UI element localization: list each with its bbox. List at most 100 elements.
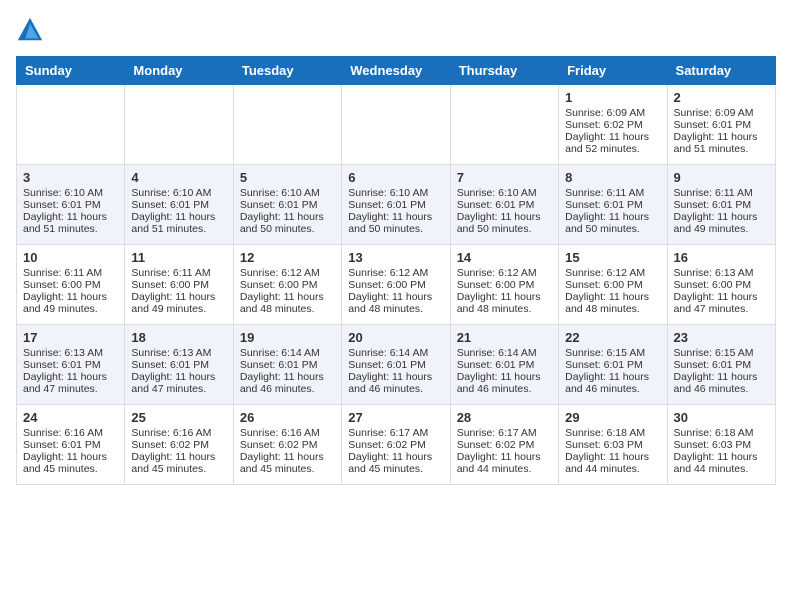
- calendar-cell: 9Sunrise: 6:11 AMSunset: 6:01 PMDaylight…: [667, 165, 775, 245]
- day-info-line: Sunrise: 6:11 AM: [131, 267, 226, 279]
- calendar-cell: 18Sunrise: 6:13 AMSunset: 6:01 PMDayligh…: [125, 325, 233, 405]
- calendar-cell: 30Sunrise: 6:18 AMSunset: 6:03 PMDayligh…: [667, 405, 775, 485]
- calendar-week-row: 17Sunrise: 6:13 AMSunset: 6:01 PMDayligh…: [17, 325, 776, 405]
- logo-icon: [16, 16, 44, 44]
- day-info-line: Daylight: 11 hours: [565, 211, 660, 223]
- day-number: 14: [457, 250, 552, 265]
- day-info-line: Daylight: 11 hours: [23, 211, 118, 223]
- day-info-line: Sunrise: 6:11 AM: [565, 187, 660, 199]
- day-info-line: Daylight: 11 hours: [131, 291, 226, 303]
- day-info-line: Sunrise: 6:10 AM: [348, 187, 443, 199]
- day-number: 3: [23, 170, 118, 185]
- day-info-line: and 51 minutes.: [131, 223, 226, 235]
- calendar-week-row: 1Sunrise: 6:09 AMSunset: 6:02 PMDaylight…: [17, 85, 776, 165]
- day-info-line: Daylight: 11 hours: [565, 131, 660, 143]
- day-info-line: Sunrise: 6:14 AM: [457, 347, 552, 359]
- calendar-cell: 14Sunrise: 6:12 AMSunset: 6:00 PMDayligh…: [450, 245, 558, 325]
- day-info-line: Daylight: 11 hours: [131, 451, 226, 463]
- day-number: 6: [348, 170, 443, 185]
- day-number: 16: [674, 250, 769, 265]
- day-info-line: Sunset: 6:01 PM: [457, 199, 552, 211]
- calendar-cell: 6Sunrise: 6:10 AMSunset: 6:01 PMDaylight…: [342, 165, 450, 245]
- day-info-line: Sunset: 6:01 PM: [348, 359, 443, 371]
- day-info-line: Daylight: 11 hours: [457, 451, 552, 463]
- day-info-line: and 49 minutes.: [131, 303, 226, 315]
- day-number: 11: [131, 250, 226, 265]
- calendar-cell: [233, 85, 341, 165]
- day-info-line: Sunset: 6:01 PM: [565, 359, 660, 371]
- day-info-line: Sunrise: 6:14 AM: [348, 347, 443, 359]
- logo: [16, 16, 48, 44]
- day-info-line: Daylight: 11 hours: [565, 451, 660, 463]
- calendar-cell: 29Sunrise: 6:18 AMSunset: 6:03 PMDayligh…: [559, 405, 667, 485]
- day-info-line: Sunrise: 6:09 AM: [565, 107, 660, 119]
- day-info-line: Sunset: 6:01 PM: [674, 199, 769, 211]
- calendar-cell: 5Sunrise: 6:10 AMSunset: 6:01 PMDaylight…: [233, 165, 341, 245]
- calendar-cell: 17Sunrise: 6:13 AMSunset: 6:01 PMDayligh…: [17, 325, 125, 405]
- calendar-cell: 28Sunrise: 6:17 AMSunset: 6:02 PMDayligh…: [450, 405, 558, 485]
- day-number: 10: [23, 250, 118, 265]
- day-info-line: and 51 minutes.: [23, 223, 118, 235]
- day-info-line: and 50 minutes.: [565, 223, 660, 235]
- calendar-cell: 16Sunrise: 6:13 AMSunset: 6:00 PMDayligh…: [667, 245, 775, 325]
- day-info-line: Sunset: 6:02 PM: [348, 439, 443, 451]
- day-info-line: Daylight: 11 hours: [674, 451, 769, 463]
- day-info-line: and 45 minutes.: [23, 463, 118, 475]
- day-header-friday: Friday: [559, 57, 667, 85]
- day-info-line: Daylight: 11 hours: [23, 291, 118, 303]
- calendar-cell: [125, 85, 233, 165]
- day-info-line: and 48 minutes.: [348, 303, 443, 315]
- calendar-table: SundayMondayTuesdayWednesdayThursdayFrid…: [16, 56, 776, 485]
- day-info-line: and 50 minutes.: [240, 223, 335, 235]
- calendar-cell: 19Sunrise: 6:14 AMSunset: 6:01 PMDayligh…: [233, 325, 341, 405]
- day-info-line: Sunset: 6:00 PM: [457, 279, 552, 291]
- calendar-cell: 3Sunrise: 6:10 AMSunset: 6:01 PMDaylight…: [17, 165, 125, 245]
- day-info-line: and 49 minutes.: [23, 303, 118, 315]
- day-info-line: Daylight: 11 hours: [348, 211, 443, 223]
- day-info-line: Sunset: 6:00 PM: [674, 279, 769, 291]
- day-info-line: Sunset: 6:02 PM: [457, 439, 552, 451]
- calendar-cell: 1Sunrise: 6:09 AMSunset: 6:02 PMDaylight…: [559, 85, 667, 165]
- day-number: 9: [674, 170, 769, 185]
- day-info-line: Daylight: 11 hours: [674, 291, 769, 303]
- calendar-cell: 13Sunrise: 6:12 AMSunset: 6:00 PMDayligh…: [342, 245, 450, 325]
- calendar-cell: 22Sunrise: 6:15 AMSunset: 6:01 PMDayligh…: [559, 325, 667, 405]
- day-number: 19: [240, 330, 335, 345]
- calendar-cell: 10Sunrise: 6:11 AMSunset: 6:00 PMDayligh…: [17, 245, 125, 325]
- day-number: 1: [565, 90, 660, 105]
- day-info-line: and 48 minutes.: [240, 303, 335, 315]
- day-info-line: Daylight: 11 hours: [23, 371, 118, 383]
- day-info-line: Sunset: 6:01 PM: [565, 199, 660, 211]
- day-info-line: Daylight: 11 hours: [23, 451, 118, 463]
- day-info-line: Daylight: 11 hours: [565, 291, 660, 303]
- day-number: 7: [457, 170, 552, 185]
- day-info-line: Sunrise: 6:09 AM: [674, 107, 769, 119]
- calendar-cell: 7Sunrise: 6:10 AMSunset: 6:01 PMDaylight…: [450, 165, 558, 245]
- day-info-line: Sunset: 6:01 PM: [240, 199, 335, 211]
- day-info-line: Sunrise: 6:16 AM: [23, 427, 118, 439]
- day-number: 13: [348, 250, 443, 265]
- calendar-cell: 12Sunrise: 6:12 AMSunset: 6:00 PMDayligh…: [233, 245, 341, 325]
- day-info-line: Sunrise: 6:18 AM: [565, 427, 660, 439]
- day-info-line: Sunrise: 6:10 AM: [131, 187, 226, 199]
- day-header-tuesday: Tuesday: [233, 57, 341, 85]
- day-number: 25: [131, 410, 226, 425]
- calendar-week-row: 10Sunrise: 6:11 AMSunset: 6:00 PMDayligh…: [17, 245, 776, 325]
- day-header-monday: Monday: [125, 57, 233, 85]
- day-info-line: Sunset: 6:01 PM: [23, 439, 118, 451]
- day-info-line: Sunset: 6:00 PM: [131, 279, 226, 291]
- day-info-line: and 50 minutes.: [457, 223, 552, 235]
- day-number: 12: [240, 250, 335, 265]
- day-info-line: Sunset: 6:01 PM: [131, 199, 226, 211]
- day-info-line: Sunrise: 6:11 AM: [23, 267, 118, 279]
- day-info-line: Sunrise: 6:10 AM: [240, 187, 335, 199]
- calendar-cell: 26Sunrise: 6:16 AMSunset: 6:02 PMDayligh…: [233, 405, 341, 485]
- day-info-line: Sunset: 6:01 PM: [674, 119, 769, 131]
- day-info-line: Sunrise: 6:17 AM: [348, 427, 443, 439]
- day-info-line: Daylight: 11 hours: [240, 291, 335, 303]
- day-info-line: Sunset: 6:01 PM: [457, 359, 552, 371]
- day-info-line: Sunrise: 6:16 AM: [240, 427, 335, 439]
- calendar-cell: 4Sunrise: 6:10 AMSunset: 6:01 PMDaylight…: [125, 165, 233, 245]
- day-info-line: Daylight: 11 hours: [674, 371, 769, 383]
- day-info-line: and 44 minutes.: [565, 463, 660, 475]
